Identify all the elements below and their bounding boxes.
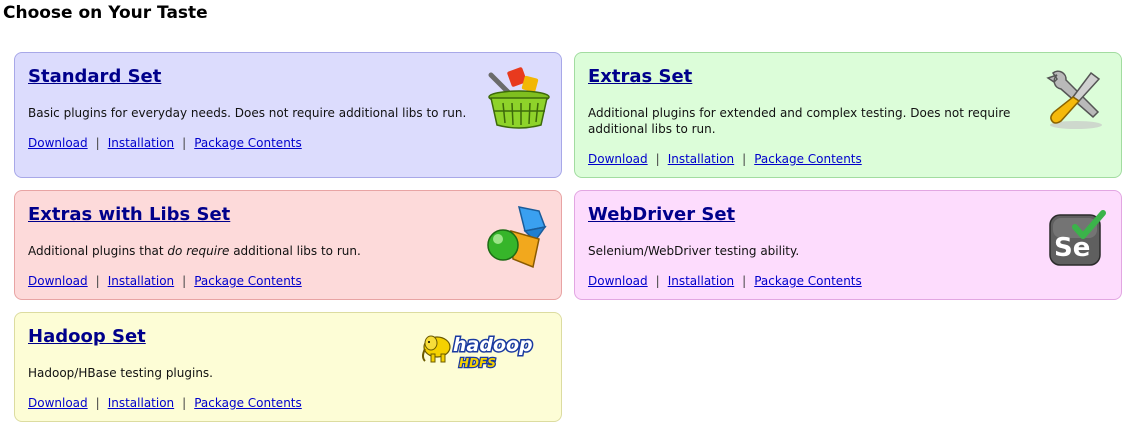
extras-installation-link[interactable]: Installation	[668, 152, 734, 166]
card-title-extras: Extras Set	[588, 66, 692, 87]
card-standard-set: Standard Set Basic plugins for everyday …	[14, 52, 562, 178]
hdfs-logo-text: HDFS	[459, 356, 496, 370]
extras-set-title-link[interactable]: Extras Set	[588, 66, 692, 87]
libs-installation-link[interactable]: Installation	[108, 274, 174, 288]
hadoop-logo-text: hadoop	[453, 334, 533, 356]
extras-description-line2: additional libs to run.	[588, 122, 716, 136]
standard-set-title-link[interactable]: Standard Set	[28, 66, 161, 87]
link-separator: |	[95, 274, 100, 288]
selenium-icon: Se	[1049, 210, 1106, 266]
libs-package-contents-link[interactable]: Package Contents	[194, 274, 302, 288]
link-separator: |	[655, 152, 660, 166]
link-separator: |	[742, 274, 747, 288]
link-separator: |	[182, 274, 187, 288]
hadoop-set-links: Download | Installation | Package Contents	[28, 395, 302, 411]
hadoop-package-contents-link[interactable]: Package Contents	[194, 396, 302, 410]
link-separator: |	[182, 136, 187, 150]
hadoop-logo: hadoop HDFS	[422, 333, 534, 371]
extras-set-description: Additional plugins for extended and comp…	[588, 105, 1010, 137]
standard-set-description: Basic plugins for everyday needs. Does n…	[28, 106, 467, 120]
webdriver-set-links: Download | Installation | Package Contents	[588, 273, 862, 289]
extras-set-links: Download | Installation | Package Contents	[588, 151, 862, 167]
standard-download-link[interactable]: Download	[28, 136, 88, 150]
libs-description-after: additional libs to run.	[229, 244, 361, 258]
tools-icon	[1046, 70, 1102, 129]
libs-set-description: Additional plugins that do require addit…	[28, 243, 361, 259]
hadoop-installation-link[interactable]: Installation	[108, 396, 174, 410]
libs-description-emphasis: do require	[167, 244, 230, 258]
webdriver-installation-link[interactable]: Installation	[668, 274, 734, 288]
link-separator: |	[95, 396, 100, 410]
link-separator: |	[655, 274, 660, 288]
card-hadoop-set: Hadoop Set Hadoop/HBase testing plugins.…	[14, 312, 562, 422]
webdriver-set-title-link[interactable]: WebDriver Set	[588, 204, 735, 225]
extras-description-line1: Additional plugins for extended and comp…	[588, 106, 1011, 120]
card-title-hadoop: Hadoop Set	[28, 326, 146, 347]
standard-set-links: Download | Installation | Package Contents	[28, 135, 302, 151]
shapes-icon	[487, 206, 547, 269]
hadoop-download-link[interactable]: Download	[28, 396, 88, 410]
page: Choose on Your Taste Standard Set Basic …	[0, 0, 1144, 435]
extras-package-contents-link[interactable]: Package Contents	[754, 152, 862, 166]
webdriver-package-contents-link[interactable]: Package Contents	[754, 274, 862, 288]
card-webdriver-set: WebDriver Set Selenium/WebDriver testing…	[574, 190, 1122, 300]
hadoop-set-title-link[interactable]: Hadoop Set	[28, 326, 146, 347]
libs-description-before: Additional plugins that	[28, 244, 168, 258]
webdriver-set-description: Selenium/WebDriver testing ability.	[588, 244, 800, 258]
libs-set-title-link[interactable]: Extras with Libs Set	[28, 204, 230, 225]
basket-icon	[488, 67, 550, 129]
card-extras-set: Extras Set Additional plugins for extend…	[574, 52, 1122, 178]
card-title-standard: Standard Set	[28, 66, 161, 87]
libs-download-link[interactable]: Download	[28, 274, 88, 288]
extras-download-link[interactable]: Download	[588, 152, 648, 166]
card-title-webdriver: WebDriver Set	[588, 204, 735, 225]
standard-installation-link[interactable]: Installation	[108, 136, 174, 150]
page-title: Choose on Your Taste	[3, 3, 208, 23]
link-separator: |	[182, 396, 187, 410]
webdriver-download-link[interactable]: Download	[588, 274, 648, 288]
link-separator: |	[742, 152, 747, 166]
link-separator: |	[95, 136, 100, 150]
card-title-libs: Extras with Libs Set	[28, 204, 230, 225]
standard-package-contents-link[interactable]: Package Contents	[194, 136, 302, 150]
libs-set-links: Download | Installation | Package Contents	[28, 273, 302, 289]
card-extras-with-libs-set: Extras with Libs Set Additional plugins …	[14, 190, 562, 300]
hadoop-set-description: Hadoop/HBase testing plugins.	[28, 366, 213, 380]
